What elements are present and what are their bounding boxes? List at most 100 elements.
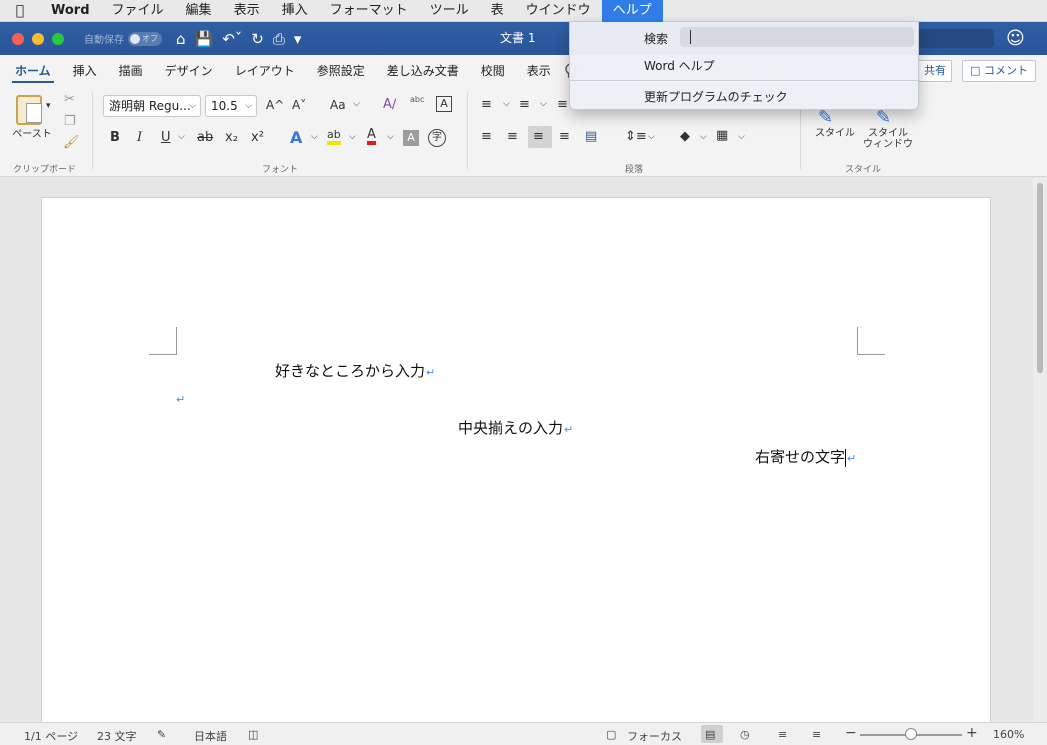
justify-icon[interactable]: ≡ — [559, 129, 570, 144]
vertical-scrollbar[interactable] — [1033, 177, 1047, 722]
strikethrough-button[interactable]: ab — [197, 130, 213, 145]
line-spacing-icon[interactable]: ⇕≡ — [625, 129, 647, 144]
document-canvas[interactable]: 好きなところから入力↵ ↵ 中央揃えの入力↵ 右寄せの文字 ↵ — [0, 177, 1047, 727]
chevron-down-icon[interactable]: ⌵ — [503, 99, 510, 109]
help-search-input[interactable] — [680, 27, 914, 47]
paragraph-line-1[interactable]: 好きなところから入力↵ — [275, 360, 435, 381]
redo-icon[interactable]: ↻ — [251, 30, 264, 48]
tab-view[interactable]: 表示 — [516, 55, 562, 87]
ruby-button[interactable]: abc — [410, 95, 424, 104]
align-left-icon[interactable]: ≡ — [481, 129, 492, 144]
tab-review[interactable]: 校閲 — [470, 55, 516, 87]
copy-icon[interactable]: ❐ — [64, 114, 76, 129]
tab-layout[interactable]: レイアウト — [224, 55, 306, 87]
shading-bucket-icon[interactable]: ◆ — [680, 129, 690, 144]
styles-pane-icon[interactable]: ✎ — [876, 107, 891, 128]
highlight-button[interactable]: ab — [327, 129, 341, 145]
tab-references[interactable]: 参照設定 — [306, 55, 376, 87]
paragraph-line-4-right[interactable]: 右寄せの文字 ↵ — [755, 446, 856, 467]
zoom-in-button[interactable]: + — [966, 725, 978, 741]
undo-icon[interactable]: ↶ˇ — [222, 30, 242, 48]
page-count[interactable]: 1/1 ページ — [24, 728, 78, 744]
scrollbar-thumb[interactable] — [1037, 183, 1043, 373]
word-count[interactable]: 23 文字 — [97, 728, 137, 744]
paragraph-line-3-centered[interactable]: 中央揃えの入力↵ — [458, 417, 573, 438]
menu-view[interactable]: 表示 — [223, 0, 271, 22]
close-window-button[interactable] — [12, 32, 24, 45]
change-case-button[interactable]: Aa — [330, 98, 346, 112]
comment-button[interactable]: □ コメント — [962, 60, 1036, 82]
chevron-down-icon[interactable]: ⌵ — [349, 132, 356, 142]
feedback-smiley-icon[interactable]: ☺ — [1006, 28, 1025, 49]
styles-gallery-icon[interactable]: ✎ — [818, 107, 833, 128]
tab-insert[interactable]: 挿入 — [62, 55, 108, 87]
language-indicator[interactable]: 日本語 — [194, 728, 227, 744]
cut-icon[interactable]: ✂ — [64, 92, 75, 107]
chevron-down-icon[interactable]: ⌵ — [178, 132, 185, 142]
bold-button[interactable]: B — [110, 130, 120, 145]
font-color-button[interactable]: A — [367, 128, 376, 145]
apple-menu-icon[interactable]:  — [0, 3, 40, 19]
borders-icon[interactable]: ▦ — [716, 128, 728, 143]
minimize-window-button[interactable] — [32, 32, 44, 45]
menu-item-check-updates[interactable]: 更新プログラムのチェック — [644, 88, 788, 105]
align-center-icon[interactable]: ≡ — [507, 129, 518, 144]
menu-help[interactable]: ヘルプ — [601, 0, 663, 22]
menu-item-word-help[interactable]: Word ヘルプ — [644, 57, 715, 74]
menu-tools[interactable]: ツール — [419, 0, 480, 22]
accessibility-icon[interactable]: ◫ — [248, 728, 258, 741]
tab-home[interactable]: ホーム — [4, 55, 62, 87]
underline-button[interactable]: U — [161, 130, 171, 145]
grow-font-button[interactable]: A^ — [266, 98, 284, 112]
paste-icon[interactable] — [16, 95, 42, 125]
save-icon[interactable]: 💾 — [195, 30, 214, 48]
chevron-down-icon[interactable]: ⌵ — [700, 132, 707, 142]
shrink-font-button[interactable]: A˅ — [292, 98, 306, 112]
character-border-button[interactable]: A — [436, 96, 452, 112]
zoom-level[interactable]: 160% — [993, 728, 1024, 741]
menu-table[interactable]: 表 — [480, 0, 515, 22]
chevron-down-icon[interactable]: ⌵ — [311, 132, 318, 142]
titlebar-search-box[interactable] — [918, 29, 994, 48]
font-size-combo[interactable]: 10.5 ⌵ — [205, 95, 257, 117]
paste-options-chevron-icon[interactable]: ▾ — [46, 101, 51, 111]
align-right-icon[interactable]: ≡ — [533, 129, 544, 144]
subscript-button[interactable]: x₂ — [225, 130, 238, 145]
bullets-icon[interactable]: ≡ — [481, 97, 492, 112]
web-layout-view-icon[interactable]: ◷ — [740, 728, 750, 741]
chevron-down-icon[interactable]: ⌵ — [387, 132, 394, 142]
chevron-down-icon[interactable]: ⌵ — [540, 99, 547, 109]
print-icon[interactable]: ⎙ — [273, 30, 285, 48]
character-shading-button[interactable]: A — [403, 130, 419, 146]
menu-format[interactable]: フォーマット — [319, 0, 419, 22]
share-button[interactable]: 共有 — [918, 60, 952, 82]
superscript-button[interactable]: x² — [251, 130, 264, 145]
tab-design[interactable]: デザイン — [154, 55, 224, 87]
focus-mode-label[interactable]: フォーカス — [627, 728, 682, 744]
tab-draw[interactable]: 描画 — [108, 55, 154, 87]
menu-insert[interactable]: 挿入 — [271, 0, 319, 22]
styles-pane-label-1[interactable]: スタイル — [860, 128, 916, 139]
draft-view-icon[interactable]: ≡ — [812, 728, 821, 741]
customize-toolbar-icon[interactable]: ▾ — [294, 30, 302, 48]
focus-icon[interactable]: ▢ — [606, 728, 616, 741]
font-name-combo[interactable]: 游明朝 Regu... ⌵ — [103, 95, 201, 117]
proofing-icon[interactable]: ✎ — [157, 728, 166, 741]
chevron-down-icon[interactable]: ⌵ — [648, 132, 655, 142]
zoom-window-button[interactable] — [52, 32, 64, 45]
home-icon[interactable]: ⌂ — [176, 30, 186, 48]
text-effects-button[interactable]: A — [290, 128, 302, 147]
zoom-slider-thumb[interactable] — [905, 728, 917, 740]
document-page[interactable]: 好きなところから入力↵ ↵ 中央揃えの入力↵ 右寄せの文字 ↵ — [41, 197, 991, 727]
print-layout-view-icon[interactable]: ▤ — [705, 728, 715, 741]
menu-app-word[interactable]: Word — [40, 0, 101, 22]
chevron-down-icon[interactable]: ⌵ — [353, 99, 360, 109]
clear-formatting-icon[interactable]: A∕ — [383, 97, 396, 112]
styles-button-label[interactable]: スタイル — [808, 128, 862, 139]
autosave-toggle[interactable]: オフ — [128, 31, 162, 46]
numbering-icon[interactable]: ≡ — [519, 97, 530, 112]
multilevel-list-icon[interactable]: ≡ — [557, 97, 568, 112]
menu-window[interactable]: ウインドウ — [515, 0, 602, 22]
menu-edit[interactable]: 編集 — [175, 0, 223, 22]
paragraph-line-2[interactable]: ↵ — [175, 389, 185, 407]
